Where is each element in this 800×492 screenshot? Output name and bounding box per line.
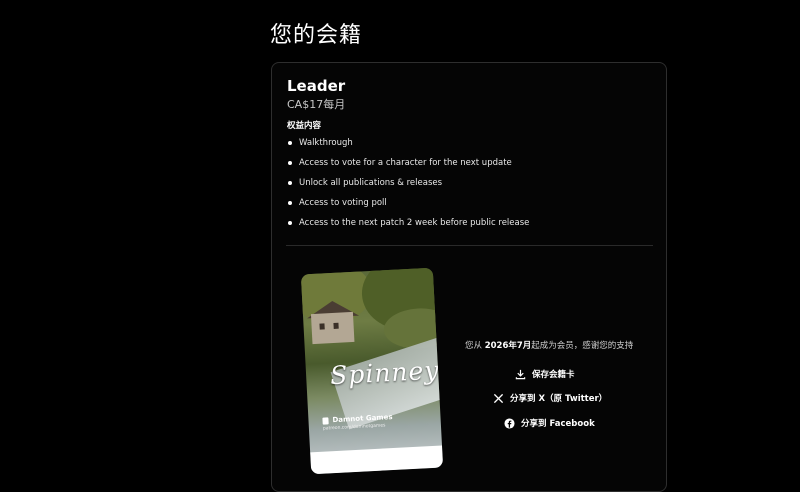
benefits-list: Walkthrough Access to vote for a charact… <box>287 136 529 236</box>
tier-price: CA$17每月 <box>287 98 346 111</box>
card-footer <box>310 445 444 475</box>
benefit-item: Walkthrough <box>287 136 529 156</box>
share-facebook-button[interactable]: 分享到 Facebook <box>504 417 595 429</box>
share-x-button[interactable]: 分享到 X（原 Twitter） <box>493 392 607 404</box>
tier-name: Leader <box>287 77 346 95</box>
x-logo-icon <box>493 393 504 403</box>
cottage <box>310 311 355 345</box>
benefits-heading: 权益内容 <box>287 121 322 131</box>
divider <box>286 245 653 246</box>
page-title: 您的会籍 <box>270 23 363 48</box>
benefit-item: Access to the next patch 2 week before p… <box>287 216 529 236</box>
card-art-text: Spinney <box>329 355 441 391</box>
facebook-icon <box>504 417 515 429</box>
benefit-item: Access to vote for a character for the n… <box>287 156 529 176</box>
membership-card-image: Spinney Damnot Games patreon.com/damnotg… <box>300 267 444 475</box>
save-card-button[interactable]: 保存会籍卡 <box>515 368 575 380</box>
membership-panel: Leader CA$17每月 权益内容 Walkthrough Access t… <box>271 62 667 492</box>
member-since-text: 您从 2026年7月起成为会员，感谢您的支持 <box>465 341 634 351</box>
benefit-item: Unlock all publications & releases <box>287 176 529 196</box>
benefit-item: Access to voting poll <box>287 196 529 216</box>
patreon-icon <box>322 416 329 425</box>
download-icon <box>515 369 526 379</box>
creator-url: patreon.com/damnotgames <box>322 423 386 432</box>
